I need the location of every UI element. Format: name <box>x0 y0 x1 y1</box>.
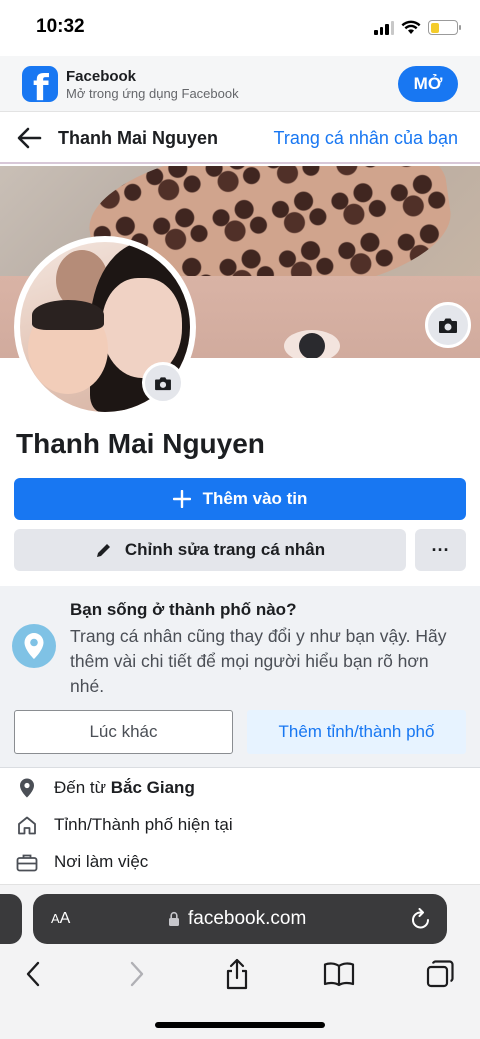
edit-cover-camera-icon[interactable] <box>425 302 471 348</box>
open-in-app-button[interactable]: MỞ <box>398 66 458 102</box>
hometown-row[interactable]: Đến từ Bắc Giang <box>16 777 195 799</box>
status-icons <box>374 20 461 35</box>
reader-text-size-button[interactable]: AA <box>51 910 70 928</box>
facebook-logo-icon: f <box>22 66 58 102</box>
later-button[interactable]: Lúc khác <box>14 710 233 754</box>
profile-header: Thanh Mai Nguyen Trang cá nhân của bạn <box>0 112 480 164</box>
edit-avatar-camera-icon[interactable] <box>142 362 184 404</box>
browser-back-icon[interactable] <box>18 958 48 990</box>
hometown-value: Bắc Giang <box>110 778 195 797</box>
prompt-title: Bạn sống ở thành phố nào? <box>70 600 297 619</box>
add-to-story-label: Thêm vào tin <box>202 489 308 508</box>
bookmarks-icon[interactable] <box>322 958 356 990</box>
header-title: Thanh Mai Nguyen <box>58 128 219 148</box>
aa-small: A <box>51 911 60 926</box>
current-city-row[interactable]: Tỉnh/Thành phố hiện tại <box>16 814 233 836</box>
briefcase-icon <box>16 851 38 873</box>
home-indicator <box>155 1022 325 1028</box>
banner-subtitle: Mở trong ứng dụng Facebook <box>66 86 239 101</box>
back-arrow-icon[interactable] <box>16 126 42 150</box>
pencil-icon <box>96 544 110 557</box>
location-pin-icon <box>16 777 38 799</box>
add-city-button[interactable]: Thêm tỉnh/thành phố <box>247 710 466 754</box>
edit-profile-label: Chỉnh sửa trang cá nhân <box>124 540 326 559</box>
battery-icon <box>428 20 461 35</box>
home-icon <box>16 814 38 836</box>
current-city-label: Tỉnh/Thành phố hiện tại <box>54 815 233 834</box>
lock-icon <box>169 911 179 926</box>
wifi-icon <box>401 20 421 34</box>
browser-forward-icon[interactable] <box>122 958 152 990</box>
more-options-button[interactable]: ··· <box>415 529 466 571</box>
add-to-story-button[interactable]: Thêm vào tin <box>14 478 466 520</box>
workplace-label: Nơi làm việc <box>54 852 149 871</box>
previous-tab-edge[interactable] <box>0 894 22 944</box>
status-time: 10:32 <box>36 16 85 37</box>
cover-photo-eye <box>284 330 340 358</box>
share-icon[interactable] <box>222 958 252 990</box>
avatar-child-hair <box>32 300 104 330</box>
plus-icon <box>172 490 191 508</box>
url-text[interactable]: facebook.com <box>188 908 306 930</box>
aa-big: A <box>59 910 71 927</box>
battery-level <box>430 22 440 33</box>
workplace-row[interactable]: Nơi làm việc <box>16 851 148 873</box>
prompt-body: Trang cá nhân cũng thay đổi y như bạn vậ… <box>70 626 447 696</box>
your-profile-link[interactable]: Trang cá nhân của bạn <box>274 128 458 149</box>
reload-icon[interactable] <box>410 908 432 932</box>
tabs-icon[interactable] <box>425 958 455 990</box>
edit-profile-button[interactable]: Chỉnh sửa trang cá nhân <box>14 529 406 571</box>
banner-title: Facebook <box>66 68 137 85</box>
cellular-signal-icon <box>374 20 394 35</box>
hometown-prefix: Đến từ <box>54 778 107 797</box>
location-pin-icon <box>12 624 56 668</box>
profile-name: Thanh Mai Nguyen <box>16 428 265 459</box>
